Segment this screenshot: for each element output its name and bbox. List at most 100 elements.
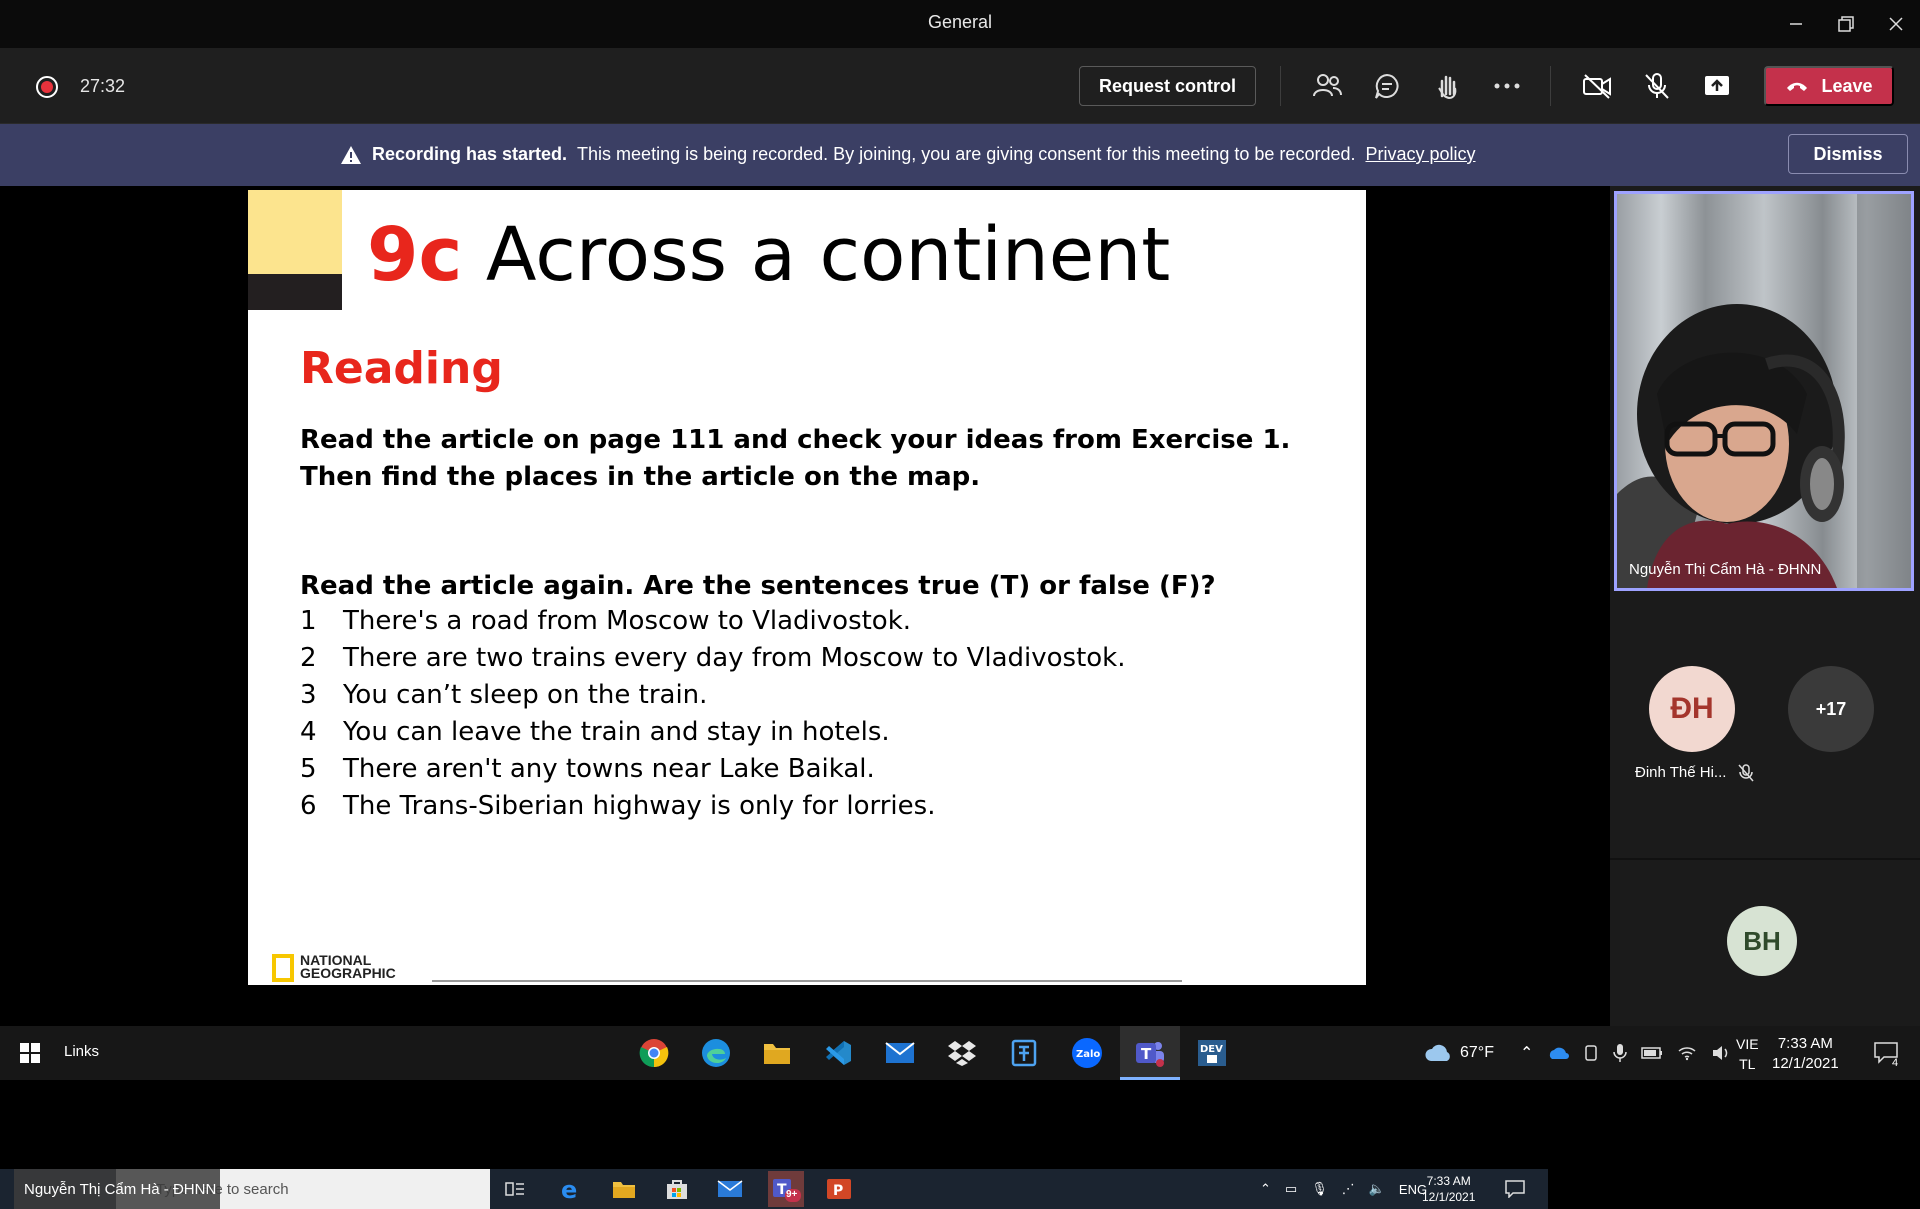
- mail-icon[interactable]: [715, 1175, 745, 1203]
- question-item: 4 You can leave the train and stay in hot…: [300, 717, 1126, 754]
- svg-text:Zalo: Zalo: [1076, 1049, 1100, 1060]
- notification-icon[interactable]: [1500, 1175, 1530, 1203]
- question-item: 3 You can’t sleep on the train.: [300, 680, 1126, 717]
- wifi-icon[interactable]: [1677, 1045, 1697, 1061]
- volume-icon[interactable]: 🔈: [1369, 1181, 1385, 1197]
- participant-avatar[interactable]: ĐH: [1649, 666, 1735, 752]
- mic-toggle-button[interactable]: [1637, 68, 1677, 104]
- weather-temp: 67°F: [1460, 1044, 1494, 1061]
- action-center-button[interactable]: 4: [1862, 1033, 1910, 1073]
- slide-accent-bar: [248, 274, 342, 310]
- remote-date: 12/1/2021: [1422, 1190, 1476, 1204]
- reactions-button[interactable]: [1427, 68, 1467, 104]
- instruction-1: Read the article on page 111 and check y…: [300, 425, 1291, 492]
- dismiss-button[interactable]: Dismiss: [1788, 134, 1908, 174]
- chevron-up-icon[interactable]: ⌃: [1260, 1181, 1271, 1197]
- people-icon: [1313, 74, 1342, 97]
- store-icon[interactable]: [662, 1175, 692, 1203]
- chevron-up-icon[interactable]: ⌃: [1520, 1043, 1533, 1063]
- privacy-policy-link[interactable]: Privacy policy: [1365, 144, 1475, 165]
- question-text: There are two trains every day from Mosc…: [343, 643, 1126, 673]
- question-list: 1 There's a road from Moscow to Vladivost…: [300, 606, 1126, 828]
- mail-icon[interactable]: [876, 1033, 924, 1073]
- question-item: 2 There are two trains every day from Mos…: [300, 643, 1126, 680]
- notification-count: 4: [1892, 1057, 1899, 1069]
- vscode-icon[interactable]: [814, 1033, 862, 1073]
- language-code: VIE: [1736, 1036, 1759, 1052]
- more-icon: [1494, 83, 1520, 89]
- banner-title: Recording has started.: [372, 144, 568, 164]
- question-text: There's a road from Moscow to Vladivosto…: [343, 606, 912, 636]
- question-item: 5 There aren't any towns near Lake Baikal…: [300, 754, 1126, 791]
- input-language[interactable]: VIE TL: [1736, 1034, 1759, 1074]
- close-button[interactable]: [1868, 0, 1920, 48]
- weather-widget[interactable]: 67°F: [1424, 1026, 1494, 1080]
- battery-icon[interactable]: ▭: [1285, 1181, 1297, 1197]
- leave-button[interactable]: Leave: [1764, 66, 1894, 106]
- wifi-icon[interactable]: ⋰: [1342, 1181, 1355, 1197]
- presentation-slide: 9c Across a continent Reading Read the a…: [248, 190, 1366, 985]
- more-participants-button[interactable]: +17: [1788, 666, 1874, 752]
- natgeo-frame-icon: [272, 954, 294, 982]
- slide-footer-rule: [432, 980, 1182, 982]
- svg-text:P: P: [833, 1183, 843, 1199]
- participant-video-tile[interactable]: Nguyễn Thị Cẩm Hà - ĐHNN: [1614, 191, 1914, 591]
- microphone-icon[interactable]: 🎙: [1311, 1181, 1328, 1197]
- zalo-icon[interactable]: Zalo: [1063, 1033, 1111, 1073]
- file-explorer-icon[interactable]: [609, 1175, 639, 1203]
- meeting-timer: 27:32: [80, 76, 126, 96]
- question-number: 1: [300, 606, 317, 636]
- recording-banner: Recording has started. This meeting is b…: [0, 124, 1920, 186]
- panel-divider: [1610, 858, 1920, 860]
- share-button[interactable]: [1697, 68, 1737, 104]
- cloud-icon: [1425, 1044, 1450, 1061]
- more-actions-button[interactable]: [1487, 68, 1527, 104]
- clock-date: 12/1/2021: [1772, 1055, 1839, 1072]
- notes-app-icon[interactable]: [1000, 1033, 1048, 1073]
- question-number: 6: [300, 791, 317, 821]
- title-bar: General: [0, 0, 1920, 48]
- request-control-button[interactable]: Request control: [1079, 66, 1256, 106]
- powerpoint-icon[interactable]: P: [824, 1175, 854, 1203]
- restore-icon: [1838, 16, 1854, 32]
- system-clock[interactable]: 7:33 AM 12/1/2021: [1772, 1034, 1839, 1074]
- svg-text:DEV: DEV: [1200, 1044, 1223, 1055]
- question-number: 2: [300, 643, 317, 673]
- remote-clock[interactable]: 7:33 AM 12/1/2021: [1422, 1173, 1475, 1205]
- edge-icon[interactable]: [692, 1033, 740, 1073]
- mic-muted-icon: [1738, 764, 1754, 782]
- microphone-icon[interactable]: [1613, 1043, 1628, 1063]
- remote-taskbar: Type here to search Nguyễn Thị Cẩm Hà - …: [0, 1169, 1548, 1209]
- battery-icon[interactable]: [1641, 1046, 1663, 1060]
- system-tray: ⌃: [1520, 1026, 1731, 1080]
- participant-avatar[interactable]: BH: [1727, 906, 1797, 976]
- file-explorer-icon[interactable]: [753, 1033, 801, 1073]
- remote-system-tray: ⌃ ▭ 🎙 ⋰ 🔈 ENG: [1260, 1169, 1427, 1209]
- video-participant-name: Nguyễn Thị Cẩm Hà - ĐHNN: [1629, 561, 1822, 578]
- restore-button[interactable]: [1818, 0, 1874, 48]
- close-icon: [1889, 17, 1903, 31]
- dropbox-icon[interactable]: [938, 1033, 986, 1073]
- chat-button[interactable]: [1367, 68, 1407, 104]
- teams-taskbar-icon[interactable]: T 9+: [768, 1171, 804, 1207]
- phone-hangup-icon: [1787, 82, 1808, 91]
- participant-video-image: [1617, 194, 1911, 588]
- device-icon[interactable]: [1583, 1044, 1599, 1062]
- start-button[interactable]: [6, 1033, 54, 1073]
- question-number: 3: [300, 680, 317, 710]
- banner-message: Recording has started. This meeting is b…: [340, 144, 1476, 165]
- links-toolbar[interactable]: Links: [64, 1043, 99, 1060]
- warning-icon: [341, 145, 361, 164]
- devhome-icon[interactable]: DEV: [1188, 1033, 1236, 1073]
- remote-time: 7:33 AM: [1426, 1174, 1471, 1188]
- onedrive-icon[interactable]: [1547, 1046, 1570, 1060]
- volume-icon[interactable]: [1711, 1045, 1731, 1061]
- task-view-icon[interactable]: [500, 1175, 530, 1203]
- edge-legacy-icon[interactable]: e: [556, 1175, 586, 1203]
- camera-toggle-button[interactable]: [1577, 68, 1617, 104]
- teams-icon[interactable]: T: [1126, 1033, 1174, 1073]
- minimize-button[interactable]: [1768, 0, 1824, 48]
- participants-button[interactable]: [1307, 68, 1347, 104]
- chrome-icon[interactable]: [630, 1033, 678, 1073]
- instruction-2: Read the article again. Are the sentence…: [300, 571, 1216, 601]
